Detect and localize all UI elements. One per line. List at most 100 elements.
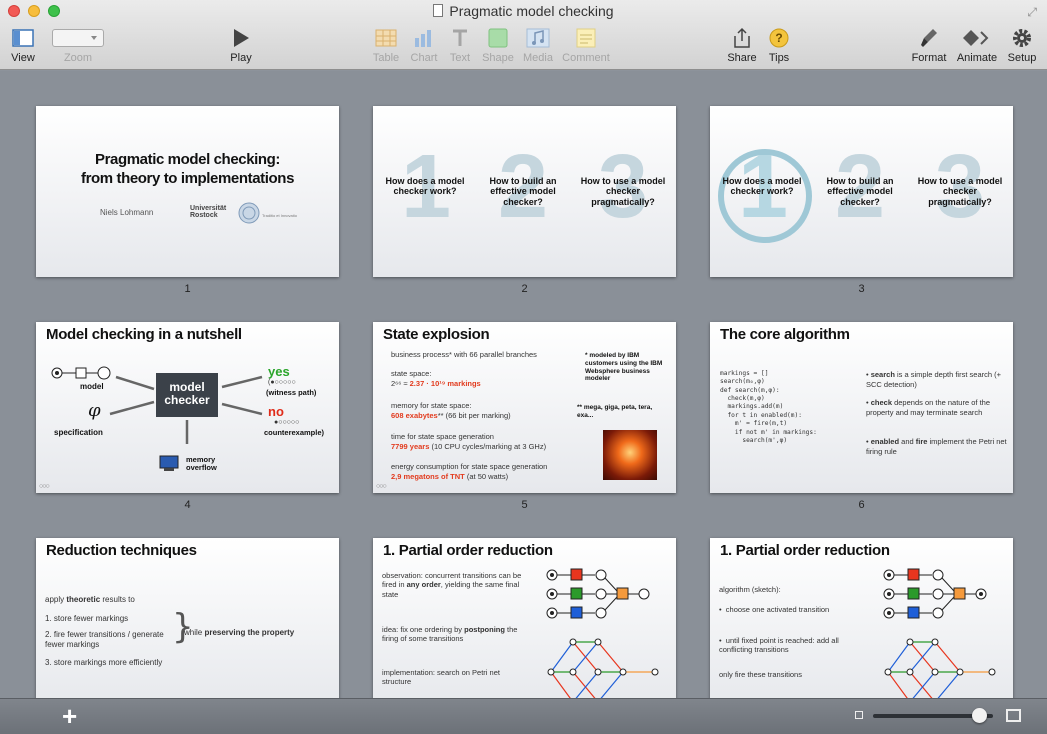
slide-7-side-b: preserving the property — [204, 628, 295, 637]
slide-8-para-3: implementation: search on Petri net stru… — [382, 668, 500, 687]
play-button[interactable]: Play — [226, 26, 256, 64]
slide-4-phi-symbol: φ — [88, 400, 101, 421]
slide-4-checker-box-line1: model — [169, 380, 205, 394]
slide-7-side-a: while — [184, 628, 205, 637]
slide-5-build-indicator: ○○○ — [376, 483, 387, 490]
animate-icon — [963, 30, 989, 46]
slide-6-bullet-1-keyword: search — [870, 370, 895, 379]
slide-thumbnail-5[interactable]: State explosion business process* with 6… — [373, 322, 676, 493]
code-line: m' = fire(m,t) — [720, 420, 788, 428]
setup-button[interactable]: Setup — [1005, 26, 1039, 64]
slide-7-title: Reduction techniques — [46, 542, 197, 559]
slide-5-line-6: time for state space generation — [391, 432, 494, 441]
chart-icon — [415, 30, 431, 47]
slide-4-specification-label: specification — [54, 428, 103, 437]
chart-label: Chart — [410, 52, 438, 64]
bottom-bar: + — [0, 698, 1047, 734]
slide-8-para-2a: idea: fix one ordering by — [382, 625, 465, 634]
view-label: View — [11, 52, 35, 64]
slide-thumbnail-9[interactable]: 1. Partial order reduction algorithm (sk… — [710, 538, 1013, 698]
slide-thumbnail-7[interactable]: Reduction techniques apply theoretic res… — [36, 538, 339, 698]
shape-icon — [488, 28, 508, 48]
slide-number-6: 6 — [858, 499, 865, 511]
text-icon — [453, 29, 467, 46]
slide-9-title: 1. Partial order reduction — [720, 542, 890, 559]
slide-number-5: 5 — [521, 499, 528, 511]
code-line: if not m' in markings: — [720, 428, 817, 436]
slide-5-line-5a: 608 exabytes — [391, 411, 438, 420]
slide-4-checker-box-line2: checker — [164, 392, 210, 407]
table-button[interactable]: Table — [370, 26, 402, 64]
add-slide-button[interactable]: + — [62, 703, 77, 729]
media-button[interactable]: Media — [522, 26, 554, 64]
slide-thumbnail-4[interactable]: Model checking in a nutshell model φ spe… — [36, 322, 339, 493]
add-slide-plus-icon: + — [62, 701, 78, 731]
slide-2-question-3: How to use a model checker pragmatically… — [580, 176, 666, 207]
slide-9-bullet-1: choose one activated transition — [725, 605, 830, 614]
view-button[interactable]: View — [8, 26, 38, 64]
media-icon — [526, 28, 550, 48]
slide-5-line-5b: ** (66 bit per marking) — [437, 411, 511, 420]
table-icon — [375, 29, 397, 47]
zoom-select[interactable] — [52, 29, 104, 47]
play-label: Play — [230, 52, 252, 64]
svg-text:?: ? — [775, 31, 782, 45]
slide-5-line-3a: 2⁶⁶ ≈ — [391, 379, 408, 388]
slide-3-question-2: How to build an effective model checker? — [826, 176, 894, 207]
code-line: markings.add(m) — [720, 403, 784, 411]
slide-thumbnail-8[interactable]: 1. Partial order reduction observation: … — [373, 538, 676, 698]
slide-2-question-1: How does a model checker work? — [385, 176, 465, 197]
comment-icon — [576, 28, 596, 48]
tips-button[interactable]: ? Tips — [764, 26, 794, 64]
slide-1-logo-tagline: Traditio et Innovatio — [262, 213, 297, 218]
slide-7-intro-b: theoretic — [66, 595, 101, 604]
slide-6-bullet-2-keyword: check — [870, 398, 892, 407]
thumbnail-size-small-icon[interactable] — [855, 711, 863, 719]
slide-5-footnote-2: ** mega, giga, peta, tera, exa... — [577, 404, 653, 419]
document-icon — [433, 4, 444, 17]
text-label: Text — [449, 52, 471, 64]
slide-6-bullet-3-keyword-a: enabled — [870, 437, 900, 446]
shape-button[interactable]: Shape — [482, 26, 514, 64]
slide-4-overflow-label: overflow — [186, 463, 217, 473]
format-label: Format — [911, 52, 947, 64]
format-button[interactable]: Format — [910, 26, 948, 64]
slide-1-university-logo-text: Universität Rostock — [190, 205, 227, 219]
slide-7-brace: } — [172, 607, 194, 647]
code-line: markings = [] — [720, 370, 769, 377]
comment-label: Comment — [562, 52, 610, 64]
slide-thumbnail-3[interactable]: 1 2 3 How does a model checker work? How… — [710, 106, 1013, 277]
thumbnail-size-large-icon[interactable] — [1006, 709, 1021, 722]
slide-5-line-7b: (10 CPU cycles/marking at 3 GHz) — [431, 442, 547, 451]
shape-label: Shape — [482, 52, 514, 64]
slide-9-bullet-2: until fixed point is reached: add all co… — [719, 636, 839, 655]
table-label: Table — [372, 52, 400, 64]
chart-button[interactable]: Chart — [408, 26, 440, 64]
zoom-dropdown[interactable]: Zoom — [51, 26, 105, 64]
slide-5-line-1: business process* with 66 parallel branc… — [391, 350, 537, 359]
fullscreen-icon[interactable]: ⤢ — [1027, 5, 1037, 20]
slide-thumbnail-1[interactable]: Pragmatic model checking: from theory to… — [36, 106, 339, 277]
share-button[interactable]: Share — [726, 26, 758, 64]
slide-thumbnail-6[interactable]: The core algorithm markings = [] search(… — [710, 322, 1013, 493]
slide-thumbnail-2[interactable]: 1 2 3 How does a model checker work? How… — [373, 106, 676, 277]
thumbnail-size-slider-knob[interactable] — [972, 708, 987, 723]
slide-4-witness-path-glyphs: (●○○○○○ — [268, 379, 296, 386]
slide-7-item-3: 3. store markings more efficiently — [45, 658, 163, 667]
text-button[interactable]: Text — [445, 26, 475, 64]
play-icon — [234, 29, 249, 47]
slide-4-counterexample-label: counterexample) — [264, 428, 325, 437]
slide-6-bullet-3-text-a: and — [899, 437, 916, 446]
comment-button[interactable]: Comment — [562, 26, 610, 64]
setup-gear-icon — [1013, 29, 1031, 47]
slide-7-item-1: 1. store fewer markings — [45, 614, 129, 623]
slide-5-title: State explosion — [383, 326, 490, 343]
slide-4-model-label: model — [80, 382, 104, 391]
slide-5-footnote-1: * modeled by IBM customers using the IBM… — [585, 352, 663, 383]
slide-5-line-3b: 2.37 · 10¹⁹ markings — [409, 379, 481, 388]
window-title: Pragmatic model checking — [0, 3, 1047, 19]
slide-1-title-line1: Pragmatic model checking: — [94, 151, 281, 168]
animate-button[interactable]: Animate — [955, 26, 999, 64]
slide-5-line-7a: 7799 years — [391, 442, 430, 451]
slide-number-2: 2 — [521, 283, 528, 295]
